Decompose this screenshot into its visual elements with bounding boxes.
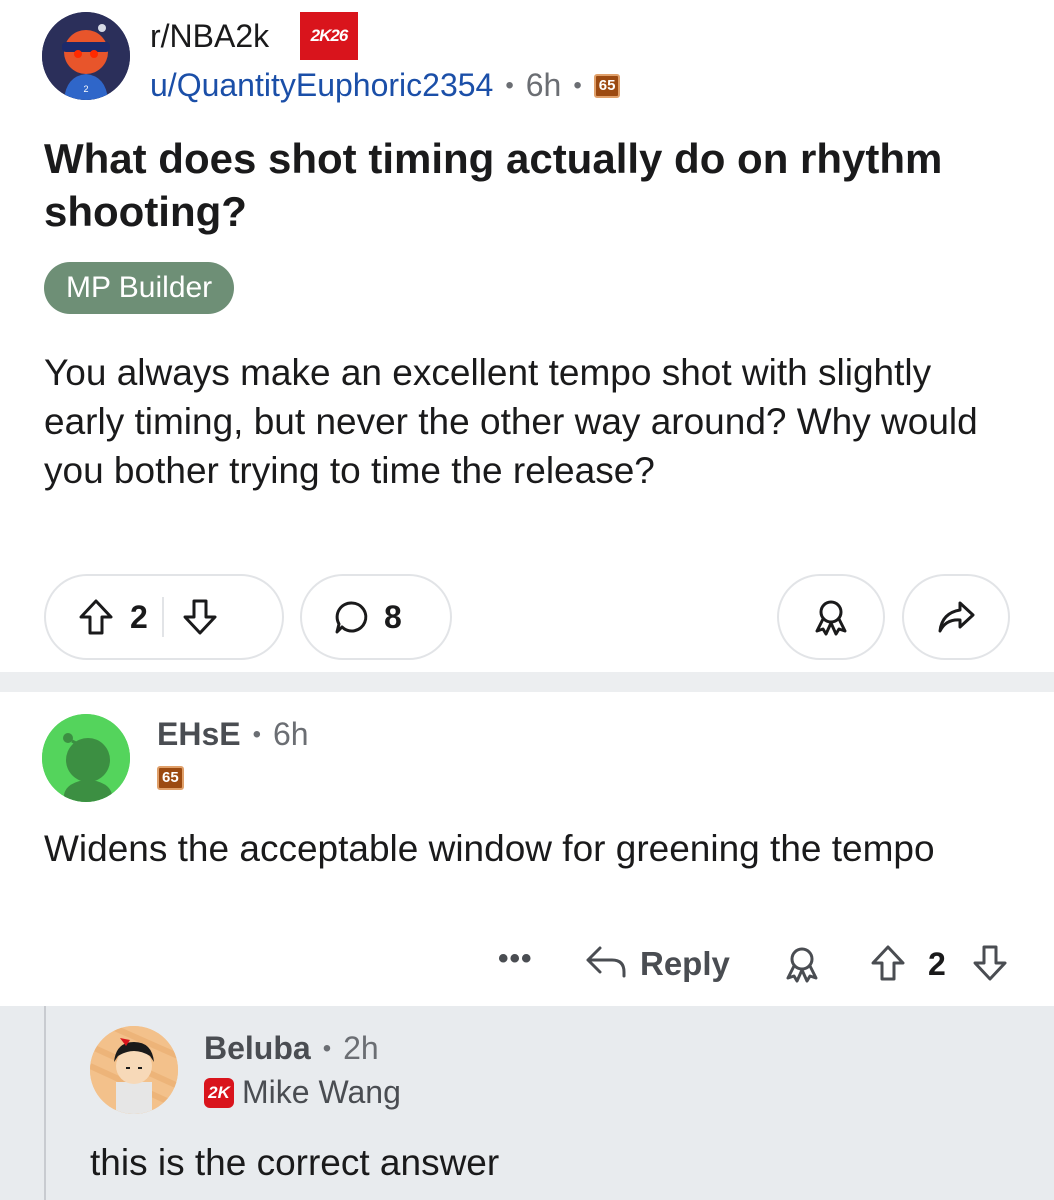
comment-count: 8: [384, 598, 402, 635]
post-body: You always make an excellent tempo shot …: [44, 352, 978, 491]
vote-divider: [161, 597, 164, 637]
reply-avatar[interactable]: [90, 1026, 178, 1114]
reply-user-flair: 2K Mike Wang: [204, 1074, 401, 1111]
post-header: 2 r/NBA2k 2K26 u/QuantityEuphoric2354 • …: [42, 12, 1022, 104]
subreddit-flair-text: 2K26: [310, 26, 349, 45]
commenter-avatar[interactable]: [42, 714, 130, 802]
reply-thread: Beluba • 2h 2K Mike Wang this is the cor…: [0, 1006, 1054, 1200]
share-button[interactable]: [902, 574, 1010, 660]
comment-author-line: EHsE • 6h: [157, 716, 309, 753]
reply-author[interactable]: Beluba: [204, 1030, 311, 1067]
comment-body: Widens the acceptable window for greenin…: [44, 828, 935, 869]
share-arrow-icon: [936, 599, 976, 635]
commenter-level-badge: 65: [157, 766, 184, 790]
thread-line[interactable]: [44, 1006, 46, 1200]
author-level-badge: 65: [593, 73, 621, 98]
author-line: u/QuantityEuphoric2354 • 6h • 65: [150, 67, 621, 104]
reply-author-line: Beluba • 2h: [204, 1030, 379, 1067]
reply-button[interactable]: Reply: [584, 942, 730, 985]
separator-dot: •: [252, 720, 261, 748]
comments-button[interactable]: 8: [300, 574, 452, 660]
svg-text:2: 2: [83, 84, 88, 94]
reply-body: this is the correct answer: [90, 1142, 500, 1183]
comment-age: 6h: [273, 716, 309, 752]
comment-author[interactable]: EHsE: [157, 716, 241, 753]
subreddit-flair-2k26: 2K26: [300, 12, 358, 60]
2k-logo-icon: 2K: [204, 1077, 234, 1108]
comment-vote-count: 2: [928, 946, 946, 982]
reply-age: 2h: [343, 1030, 379, 1066]
upvote-icon[interactable]: [78, 598, 114, 636]
reply-flair-text: Mike Wang: [242, 1074, 401, 1110]
comment-upvote-icon[interactable]: [870, 944, 906, 987]
vote-control: 2: [44, 574, 284, 660]
post-age: 6h: [525, 67, 562, 103]
comment-award-icon[interactable]: [782, 944, 822, 989]
comment-bubble-icon: [334, 599, 370, 635]
reply-arrow-icon: [584, 942, 628, 985]
more-options-button[interactable]: •••: [498, 942, 533, 976]
award-icon: [811, 597, 851, 637]
post-author[interactable]: u/QuantityEuphoric2354: [150, 67, 493, 104]
reply-label: Reply: [640, 944, 730, 982]
separator-dot: •: [505, 71, 514, 99]
separator-dot: •: [322, 1034, 332, 1062]
section-divider: [0, 672, 1054, 692]
post-vote-count: 2: [130, 598, 148, 635]
post-action-bar: 2 8: [44, 574, 1010, 660]
downvote-icon[interactable]: [182, 598, 218, 636]
comment-action-bar: ••• Reply 2: [0, 936, 1054, 992]
subreddit-avatar[interactable]: 2: [42, 12, 130, 100]
comment-downvote-icon[interactable]: [972, 944, 1008, 987]
award-button[interactable]: [777, 574, 885, 660]
subreddit-name[interactable]: r/NBA2k: [150, 18, 269, 55]
comment-level-wrap: 65: [157, 766, 184, 790]
post-title[interactable]: What does shot timing actually do on rhy…: [44, 132, 1004, 238]
separator-dot: •: [573, 71, 582, 99]
post-flair[interactable]: MP Builder: [44, 262, 235, 314]
